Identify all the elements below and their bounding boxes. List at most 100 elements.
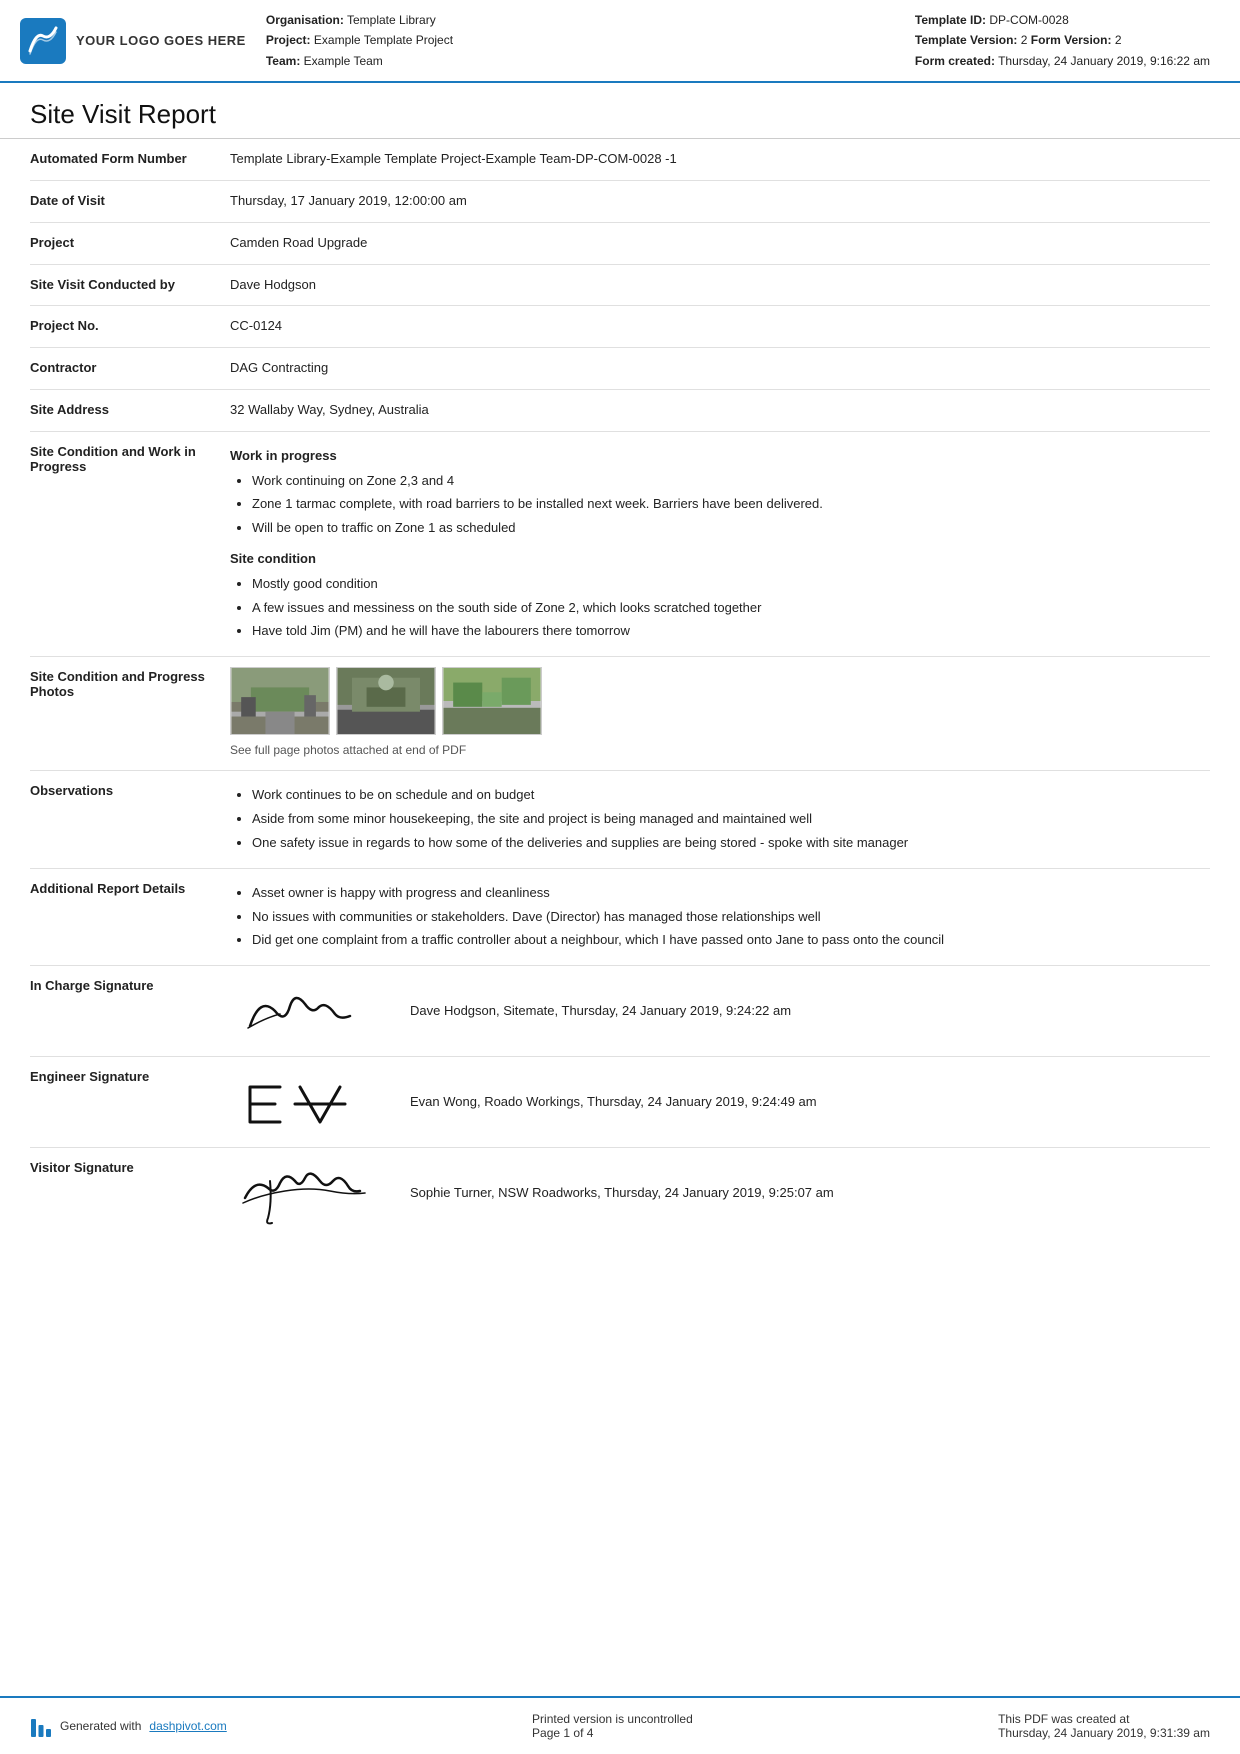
dashpivot-logo-icon <box>30 1715 52 1737</box>
value-conducted-by: Dave Hodgson <box>230 275 1210 296</box>
row-project-no: Project No. CC-0124 <box>30 306 1210 348</box>
row-form-number: Automated Form Number Template Library-E… <box>30 139 1210 181</box>
label-site-condition: Site Condition and Work in Progress <box>30 442 230 474</box>
label-form-number: Automated Form Number <box>30 149 230 166</box>
label-additional: Additional Report Details <box>30 879 230 896</box>
list-item: No issues with communities or stakeholde… <box>252 907 1210 928</box>
logo-area: YOUR LOGO GOES HERE <box>20 10 246 71</box>
value-sig-engineer: Evan Wong, Roado Workings, Thursday, 24 … <box>230 1067 1210 1137</box>
row-sig-incharge: In Charge Signature Dave Hodgson, Sitema… <box>30 966 1210 1057</box>
logo-icon <box>20 18 66 64</box>
header-form-created: Form created: Thursday, 24 January 2019,… <box>915 51 1210 71</box>
label-contractor: Contractor <box>30 358 230 375</box>
footer-uncontrolled: Printed version is uncontrolled <box>532 1712 693 1726</box>
additional-list: Asset owner is happy with progress and c… <box>230 883 1210 951</box>
site-condition-header: Site condition <box>230 549 1210 570</box>
page-title: Site Visit Report <box>30 99 1210 130</box>
value-contractor: DAG Contracting <box>230 358 1210 379</box>
list-item: Work continuing on Zone 2,3 and 4 <box>252 471 1210 492</box>
label-photos: Site Condition and Progress Photos <box>30 667 230 699</box>
row-sig-visitor: Visitor Signature Sophie Turner, NSW Roa… <box>30 1148 1210 1238</box>
page: YOUR LOGO GOES HERE Organisation: Templa… <box>0 0 1240 1754</box>
photos-row <box>230 667 1210 735</box>
title-bar: Site Visit Report <box>0 83 1240 139</box>
row-date-of-visit: Date of Visit Thursday, 17 January 2019,… <box>30 181 1210 223</box>
list-item: Did get one complaint from a traffic con… <box>252 930 1210 951</box>
row-observations: Observations Work continues to be on sch… <box>30 771 1210 868</box>
condition-items-list: Mostly good condition A few issues and m… <box>230 574 1210 642</box>
header-right: Template ID: DP-COM-0028 Template Versio… <box>915 10 1210 71</box>
label-sig-visitor: Visitor Signature <box>30 1158 230 1175</box>
value-project-no: CC-0124 <box>230 316 1210 337</box>
value-sig-visitor: Sophie Turner, NSW Roadworks, Thursday, … <box>230 1158 1210 1228</box>
list-item: Asset owner is happy with progress and c… <box>252 883 1210 904</box>
row-photos: Site Condition and Progress Photos <box>30 657 1210 771</box>
signature-area-visitor: Sophie Turner, NSW Roadworks, Thursday, … <box>230 1158 1210 1228</box>
signature-image-engineer <box>230 1067 390 1137</box>
row-additional: Additional Report Details Asset owner is… <box>30 869 1210 966</box>
footer: Generated with dashpivot.com Printed ver… <box>0 1696 1240 1754</box>
sig-text-visitor: Sophie Turner, NSW Roadworks, Thursday, … <box>410 1183 834 1204</box>
label-observations: Observations <box>30 781 230 798</box>
row-contractor: Contractor DAG Contracting <box>30 348 1210 390</box>
label-project: Project <box>30 233 230 250</box>
list-item: Zone 1 tarmac complete, with road barrie… <box>252 494 1210 515</box>
photo-caption: See full page photos attached at end of … <box>230 741 1210 760</box>
value-sig-incharge: Dave Hodgson, Sitemate, Thursday, 24 Jan… <box>230 976 1210 1046</box>
header: YOUR LOGO GOES HERE Organisation: Templa… <box>0 0 1240 83</box>
footer-middle: Printed version is uncontrolled Page 1 o… <box>532 1712 693 1740</box>
signature-image-incharge <box>230 976 390 1046</box>
row-site-address: Site Address 32 Wallaby Way, Sydney, Aus… <box>30 390 1210 432</box>
header-template-id: Template ID: DP-COM-0028 <box>915 10 1210 30</box>
generated-text: Generated with <box>60 1719 141 1733</box>
observations-list: Work continues to be on schedule and on … <box>230 785 1210 853</box>
signature-image-visitor <box>230 1158 390 1228</box>
list-item: One safety issue in regards to how some … <box>252 833 1210 854</box>
list-item: Aside from some minor housekeeping, the … <box>252 809 1210 830</box>
header-team: Team: Example Team <box>266 51 895 71</box>
footer-right: This PDF was created at Thursday, 24 Jan… <box>998 1712 1210 1740</box>
list-item: Have told Jim (PM) and he will have the … <box>252 621 1210 642</box>
content-table: Automated Form Number Template Library-E… <box>0 139 1240 1696</box>
footer-left: Generated with dashpivot.com <box>30 1715 227 1737</box>
value-photos: See full page photos attached at end of … <box>230 667 1210 760</box>
value-date-of-visit: Thursday, 17 January 2019, 12:00:00 am <box>230 191 1210 212</box>
header-project: Project: Example Template Project <box>266 30 895 50</box>
footer-page: Page 1 of 4 <box>532 1726 693 1740</box>
footer-pdf-date: Thursday, 24 January 2019, 9:31:39 am <box>998 1726 1210 1740</box>
label-conducted-by: Site Visit Conducted by <box>30 275 230 292</box>
label-project-no: Project No. <box>30 316 230 333</box>
label-sig-engineer: Engineer Signature <box>30 1067 230 1084</box>
work-items-list: Work continuing on Zone 2,3 and 4 Zone 1… <box>230 471 1210 539</box>
label-sig-incharge: In Charge Signature <box>30 976 230 993</box>
row-site-condition: Site Condition and Work in Progress Work… <box>30 432 1210 657</box>
header-org: Organisation: Template Library <box>266 10 895 30</box>
footer-logo <box>30 1715 52 1737</box>
value-form-number: Template Library-Example Template Projec… <box>230 149 1210 170</box>
photo-thumb-3 <box>442 667 542 735</box>
value-project: Camden Road Upgrade <box>230 233 1210 254</box>
list-item: Work continues to be on schedule and on … <box>252 785 1210 806</box>
footer-pdf-created: This PDF was created at <box>998 1712 1210 1726</box>
label-site-address: Site Address <box>30 400 230 417</box>
value-additional: Asset owner is happy with progress and c… <box>230 879 1210 955</box>
row-project: Project Camden Road Upgrade <box>30 223 1210 265</box>
logo-text: YOUR LOGO GOES HERE <box>76 33 246 48</box>
list-item: Mostly good condition <box>252 574 1210 595</box>
value-observations: Work continues to be on schedule and on … <box>230 781 1210 857</box>
signature-area-incharge: Dave Hodgson, Sitemate, Thursday, 24 Jan… <box>230 976 1210 1046</box>
row-conducted-by: Site Visit Conducted by Dave Hodgson <box>30 265 1210 307</box>
list-item: Will be open to traffic on Zone 1 as sch… <box>252 518 1210 539</box>
list-item: A few issues and messiness on the south … <box>252 598 1210 619</box>
work-in-progress-header: Work in progress <box>230 446 1210 467</box>
photo-thumb-2 <box>336 667 436 735</box>
sig-text-engineer: Evan Wong, Roado Workings, Thursday, 24 … <box>410 1092 817 1113</box>
sig-text-incharge: Dave Hodgson, Sitemate, Thursday, 24 Jan… <box>410 1001 791 1022</box>
footer-link[interactable]: dashpivot.com <box>149 1719 226 1733</box>
value-site-address: 32 Wallaby Way, Sydney, Australia <box>230 400 1210 421</box>
signature-area-engineer: Evan Wong, Roado Workings, Thursday, 24 … <box>230 1067 1210 1137</box>
value-site-condition: Work in progress Work continuing on Zone… <box>230 442 1210 646</box>
header-versions: Template Version: 2 Form Version: 2 <box>915 30 1210 50</box>
row-sig-engineer: Engineer Signature Evan Wong, Roado Work… <box>30 1057 1210 1148</box>
photo-thumb-1 <box>230 667 330 735</box>
